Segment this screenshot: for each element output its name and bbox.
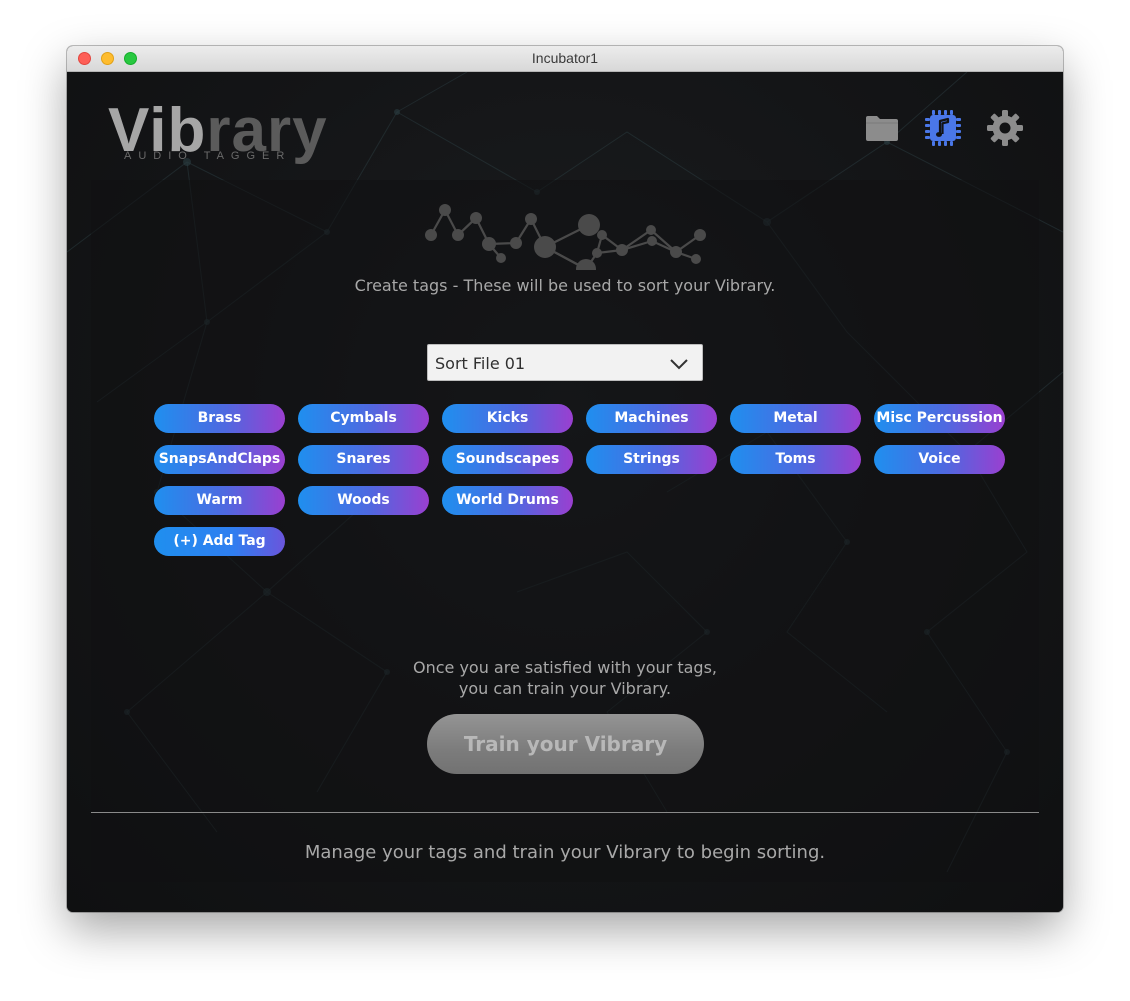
title-bar: Incubator1 — [67, 46, 1063, 72]
tag-button[interactable]: Strings — [586, 445, 717, 474]
footer-status-text: Manage your tags and train your Vibrary … — [304, 842, 826, 863]
logo-subtitle: AUDIO TAGGER — [124, 150, 292, 162]
add-tag-button[interactable]: (+) Add Tag — [154, 527, 285, 556]
window-title: Incubator1 — [531, 50, 599, 66]
tag-button[interactable]: Snares — [298, 445, 429, 474]
vibrary-logo: Vibrary AUDIO TAGGER — [108, 100, 338, 166]
tag-button[interactable]: Brass — [154, 404, 285, 433]
train-instruction-line-2: you can train your Vibrary. — [458, 679, 672, 698]
sort-file-dropdown[interactable]: Sort File 01 — [427, 344, 703, 381]
tag-button[interactable]: Warm — [154, 486, 285, 515]
tag-button[interactable]: Misc Percussion — [874, 404, 1005, 433]
app-content: Vibrary AUDIO TAGGER Create tags - These… — [67, 72, 1063, 912]
train-instruction: Once you are satisfied with your tags, y… — [67, 657, 1063, 699]
sort-file-selected: Sort File 01 — [435, 354, 526, 373]
tag-button[interactable]: Woods — [298, 486, 429, 515]
tag-button[interactable]: Cymbals — [298, 404, 429, 433]
tag-button[interactable]: Metal — [730, 404, 861, 433]
train-instruction-line-1: Once you are satisfied with your tags, — [412, 658, 717, 677]
tag-button[interactable]: Voice — [874, 445, 1005, 474]
network-graph-icon — [425, 204, 706, 270]
folder-icon[interactable] — [862, 108, 902, 148]
app-window: Incubator1 Vibrary AUDIO TAGGER Create t… — [67, 46, 1063, 912]
tag-button[interactable]: SnapsAndClaps — [154, 445, 285, 474]
tag-button[interactable]: Toms — [730, 445, 861, 474]
train-vibrary-button[interactable]: Train your Vibrary — [427, 714, 704, 774]
create-tags-instruction: Create tags - These will be used to sort… — [354, 276, 776, 295]
tag-button[interactable]: Soundscapes — [442, 445, 573, 474]
chip-music-icon[interactable] — [923, 108, 963, 148]
tag-button[interactable]: World Drums — [442, 486, 573, 515]
chevron-down-icon — [670, 359, 688, 370]
tag-button[interactable]: Kicks — [442, 404, 573, 433]
footer-divider — [91, 812, 1039, 813]
tag-button[interactable]: Machines — [586, 404, 717, 433]
gear-icon[interactable] — [985, 108, 1025, 148]
